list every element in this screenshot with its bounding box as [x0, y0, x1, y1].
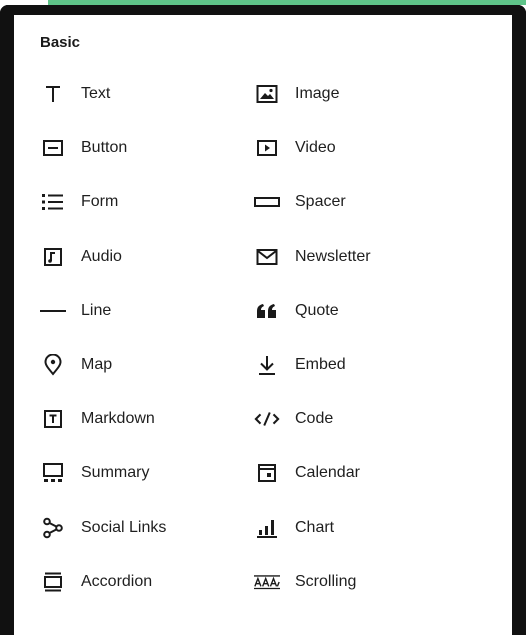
block-label: Code	[295, 410, 334, 428]
block-label: Calendar	[295, 464, 360, 482]
block-label: Image	[295, 85, 340, 103]
block-label: Video	[295, 139, 336, 157]
code-icon	[254, 406, 280, 432]
block-audio[interactable]: Audio	[40, 230, 254, 284]
block-quote[interactable]: Quote	[254, 284, 468, 338]
block-embed[interactable]: Embed	[254, 338, 468, 392]
form-icon	[40, 189, 66, 215]
block-spacer[interactable]: Spacer	[254, 175, 468, 229]
block-newsletter[interactable]: Newsletter	[254, 230, 468, 284]
block-button[interactable]: Button	[40, 121, 254, 175]
block-label: Embed	[295, 356, 346, 374]
line-icon	[40, 298, 66, 324]
block-markdown[interactable]: Markdown	[40, 392, 254, 446]
block-grid: Text Image Button Video Form Spacer Audi…	[40, 67, 480, 609]
block-label: Social Links	[81, 518, 167, 536]
block-label: Newsletter	[295, 247, 371, 265]
block-map[interactable]: Map	[40, 338, 254, 392]
audio-icon	[40, 244, 66, 270]
chart-icon	[254, 515, 280, 541]
block-social-links[interactable]: Social Links	[40, 501, 254, 555]
block-video[interactable]: Video	[254, 121, 468, 175]
scrolling-icon	[254, 569, 280, 595]
embed-icon	[254, 352, 280, 378]
calendar-icon	[254, 460, 280, 486]
spacer-icon	[254, 189, 280, 215]
block-text[interactable]: Text	[40, 67, 254, 121]
block-label: Text	[81, 85, 111, 103]
newsletter-icon	[254, 244, 280, 270]
block-label: Quote	[295, 301, 339, 319]
block-scrolling[interactable]: Scrolling	[254, 555, 468, 609]
block-label: Scrolling	[295, 572, 357, 590]
video-icon	[254, 135, 280, 161]
block-image[interactable]: Image	[254, 67, 468, 121]
quote-icon	[254, 298, 280, 324]
section-title: Basic	[40, 34, 81, 51]
block-label: Form	[81, 193, 119, 211]
map-pin-icon	[40, 352, 66, 378]
block-label: Button	[81, 139, 128, 157]
block-summary[interactable]: Summary	[40, 446, 254, 500]
block-chart[interactable]: Chart	[254, 501, 468, 555]
social-links-icon	[40, 515, 66, 541]
block-label: Summary	[81, 464, 150, 482]
block-code[interactable]: Code	[254, 392, 468, 446]
block-label: Spacer	[295, 193, 346, 211]
block-calendar[interactable]: Calendar	[254, 446, 468, 500]
markdown-icon	[40, 406, 66, 432]
block-line[interactable]: Line	[40, 284, 254, 338]
button-icon	[40, 135, 66, 161]
block-label: Accordion	[81, 572, 153, 590]
block-label: Line	[81, 301, 112, 319]
block-label: Audio	[81, 247, 122, 265]
block-label: Chart	[295, 518, 335, 536]
block-form[interactable]: Form	[40, 175, 254, 229]
image-icon	[254, 81, 280, 107]
block-label: Markdown	[81, 410, 155, 428]
block-picker-frame: Basic Text Image Button Video Form Space…	[0, 0, 526, 635]
text-icon	[40, 81, 66, 107]
block-accordion[interactable]: Accordion	[40, 555, 254, 609]
summary-icon	[40, 460, 66, 486]
block-label: Map	[81, 356, 113, 374]
accordion-icon	[40, 569, 66, 595]
